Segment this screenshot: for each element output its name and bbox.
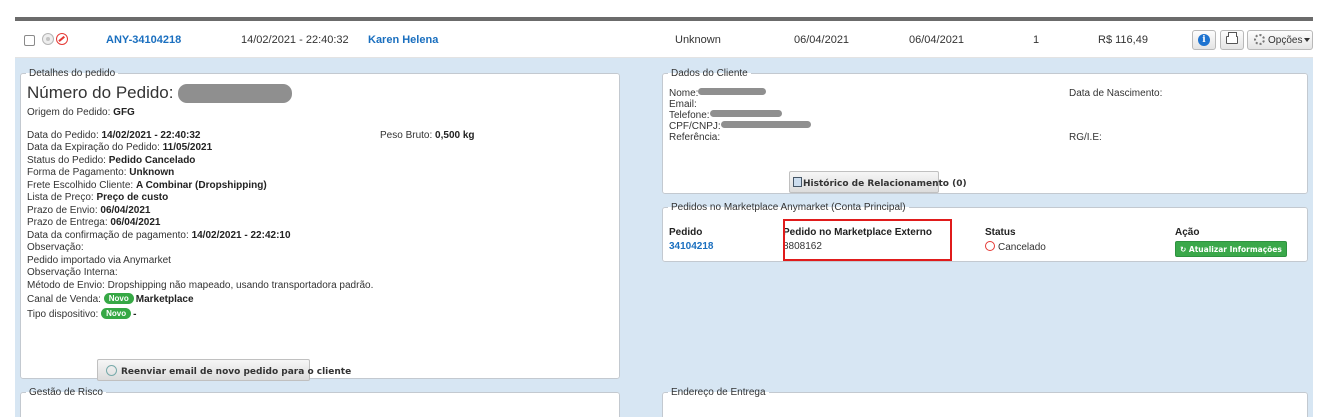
weight-label: Peso Bruto: [380, 129, 433, 141]
channel-value: Marketplace [135, 294, 194, 306]
device-value: - [133, 308, 137, 320]
expiry-label: Data da Expiração do Pedido: [27, 142, 160, 154]
order-details-panel: Detalhes do pedido Número do Pedido: Ori… [20, 68, 620, 381]
delivery-address-legend: Endereço de Entrega [671, 387, 766, 398]
client-email-label: Email: [669, 99, 697, 110]
internal-note-label: Observação Interna: [27, 267, 118, 279]
freight-label: Frete Escolhido Cliente: [27, 179, 134, 191]
history-button-label: Histórico de Relacionamento (0) [803, 179, 967, 189]
order-date-value: 14/02/2021 - 22:40:32 [101, 129, 201, 141]
row-checkbox[interactable] [24, 35, 35, 46]
order-details-legend: Detalhes do pedido [29, 68, 116, 79]
client-name-label: Nome: [669, 88, 699, 99]
weight-value: 0,500 kg [435, 129, 475, 141]
redacted-client-doc [720, 121, 811, 128]
update-info-label: Atualizar Informações [1188, 245, 1282, 254]
client-data-panel: Dados do Cliente Nome: Email: Telefone: … [662, 68, 1308, 194]
marketplace-status: Cancelado [985, 241, 1046, 255]
resend-email-button[interactable]: Reenviar email de novo pedido para o cli… [97, 359, 351, 381]
client-ref-label: Referência: [669, 132, 721, 143]
payment-method: Unknown [675, 34, 721, 46]
price-list-value: Preço de custo [96, 192, 169, 204]
order-number-row: Número do Pedido: [27, 83, 613, 104]
delivery-deadline-value: 06/04/2021 [110, 217, 161, 229]
options-button[interactable]: Opções [1247, 30, 1313, 50]
marketplace-orders-panel: Pedidos no Marketplace Anymarket (Conta … [662, 202, 1308, 262]
device-label: Tipo dispositivo: [27, 308, 99, 320]
printer-icon [1226, 32, 1238, 44]
payment-value: Unknown [129, 167, 175, 179]
client-doc-label: CPF/CNPJ: [669, 121, 721, 132]
customer-link[interactable]: Karen Helena [368, 34, 438, 46]
info-button[interactable]: i [1192, 30, 1216, 50]
client-birth-label: Data de Nascimento: [1069, 88, 1163, 99]
caret-down-icon [1304, 38, 1311, 42]
col-status-header: Status [985, 227, 1016, 238]
external-order-highlight [783, 219, 952, 261]
payment-confirm-value: 14/02/2021 - 22:42:10 [191, 229, 291, 241]
status-grey-icon [42, 33, 54, 45]
redacted-order-number [178, 84, 293, 104]
redacted-client-name [698, 88, 767, 95]
note-label: Observação: [27, 242, 84, 254]
risk-panel: Gestão de Risco [20, 387, 620, 417]
price-list-label: Lista de Preço: [27, 192, 94, 204]
refresh-icon: ↻ [1180, 245, 1187, 254]
marketplace-status-text: Cancelado [998, 242, 1046, 253]
history-button[interactable]: Histórico de Relacionamento (0) [789, 171, 967, 193]
shipping-method-value: Dropshipping não mapeado, usando transpo… [107, 279, 374, 291]
payment-label: Forma de Pagamento: [27, 167, 127, 179]
client-phone-label: Telefone: [669, 110, 710, 121]
redacted-client-phone [709, 110, 782, 117]
origin-value: GFG [113, 107, 135, 119]
freight-value: A Combinar (Dropshipping) [135, 179, 267, 191]
refresh-mail-icon [106, 365, 117, 376]
update-info-button[interactable]: ↻ Atualizar Informações [1175, 241, 1287, 257]
status-value: Pedido Cancelado [108, 154, 196, 166]
ship-date: 06/04/2021 [794, 34, 850, 46]
channel-new-badge: Novo [103, 293, 134, 305]
cancelled-status-icon [985, 241, 995, 251]
shipping-method-label: Método de Envio: [27, 279, 105, 291]
note-value: Pedido importado via Anymarket [27, 254, 171, 266]
channel-label: Canal de Venda: [27, 294, 101, 306]
ship-deadline-value: 06/04/2021 [100, 204, 151, 216]
payment-confirm-label: Data da confirmação de pagamento: [27, 229, 189, 241]
resend-email-label: Reenviar email de novo pedido para o cli… [121, 367, 352, 377]
marketplace-orders-legend: Pedidos no Marketplace Anymarket (Conta … [671, 202, 906, 213]
expiry-value: 11/05/2021 [162, 142, 213, 154]
origin-label: Origem do Pedido: [27, 107, 111, 119]
order-total: R$ 116,49 [1098, 34, 1148, 46]
ship-deadline-label: Prazo de Envio: [27, 204, 98, 216]
marketplace-order-link[interactable]: 34104218 [669, 241, 714, 254]
order-row[interactable]: ANY-34104218 14/02/2021 - 22:40:32 Karen… [15, 21, 1313, 58]
print-button[interactable] [1220, 30, 1244, 50]
order-id-link[interactable]: ANY-34104218 [106, 34, 181, 46]
risk-legend: Gestão de Risco [29, 387, 103, 398]
col-order-header: Pedido [669, 227, 703, 238]
gear-icon [1254, 34, 1265, 45]
order-datetime: 14/02/2021 - 22:40:32 [241, 34, 349, 46]
quantity: 1 [1033, 34, 1040, 46]
order-date-label: Data do Pedido: [27, 129, 99, 141]
delivery-deadline-label: Prazo de Entrega: [27, 217, 108, 229]
order-number-label: Número do Pedido: [27, 83, 174, 102]
delivery-address-panel: Endereço de Entrega [662, 387, 1308, 417]
delivery-date: 06/04/2021 [909, 34, 965, 46]
cancelled-icon [56, 33, 68, 45]
options-label: Opções [1268, 35, 1303, 46]
info-icon: i [1198, 34, 1210, 46]
device-new-badge: Novo [101, 307, 132, 319]
client-rg-label: RG/I.E: [1069, 132, 1102, 143]
status-label: Status do Pedido: [27, 154, 106, 166]
col-action-header: Ação [1175, 227, 1200, 238]
history-icon [793, 177, 802, 187]
client-data-legend: Dados do Cliente [671, 68, 748, 79]
